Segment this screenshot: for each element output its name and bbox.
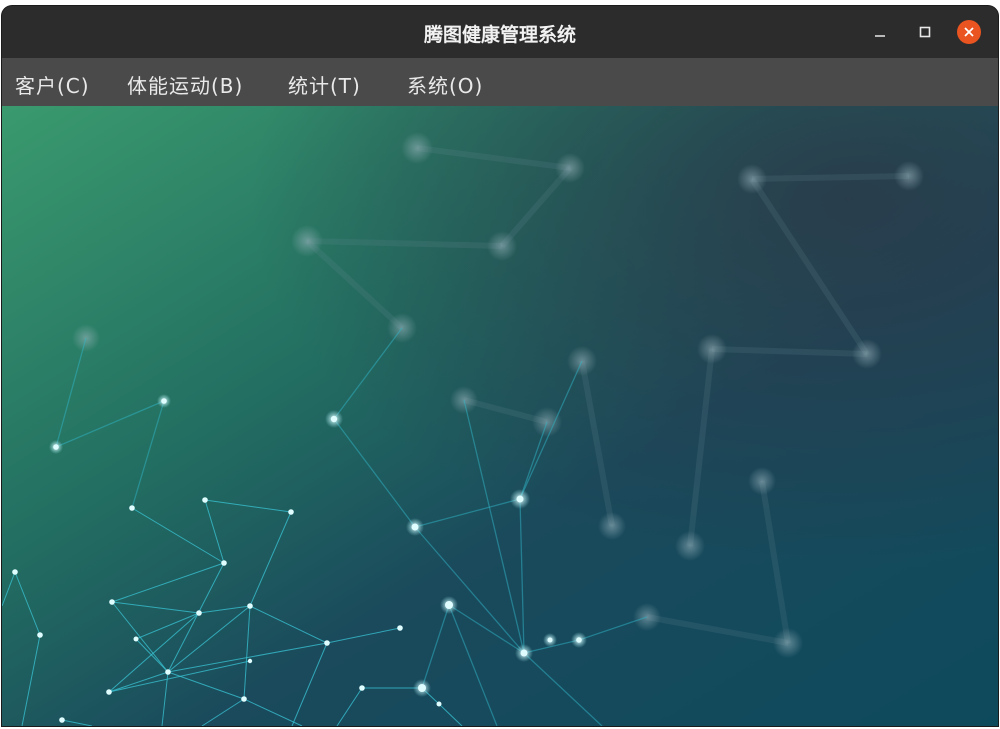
close-button[interactable] — [957, 20, 981, 44]
menu-statistics[interactable]: 统计(T) — [288, 70, 361, 99]
menu-bar: 客户(C) 体能运动(B) 统计(T) 系统(O) — [2, 58, 998, 106]
menu-customer[interactable]: 客户(C) — [15, 70, 90, 99]
network-background — [2, 106, 998, 726]
window-title: 腾图健康管理系统 — [423, 24, 576, 46]
title-bar[interactable]: 腾图健康管理系统 — [2, 6, 998, 59]
close-icon — [964, 27, 974, 37]
minimize-icon — [875, 35, 885, 37]
maximize-icon — [919, 26, 931, 38]
minimize-button[interactable] — [868, 20, 892, 44]
menu-system[interactable]: 系统(O) — [407, 70, 483, 99]
main-content — [2, 106, 998, 726]
app-window: 腾图健康管理系统 客户(C) 体能运动(B) 统计(T) 系统(O) — [2, 6, 998, 726]
maximize-button[interactable] — [913, 20, 937, 44]
menu-fitness[interactable]: 体能运动(B) — [127, 70, 243, 99]
